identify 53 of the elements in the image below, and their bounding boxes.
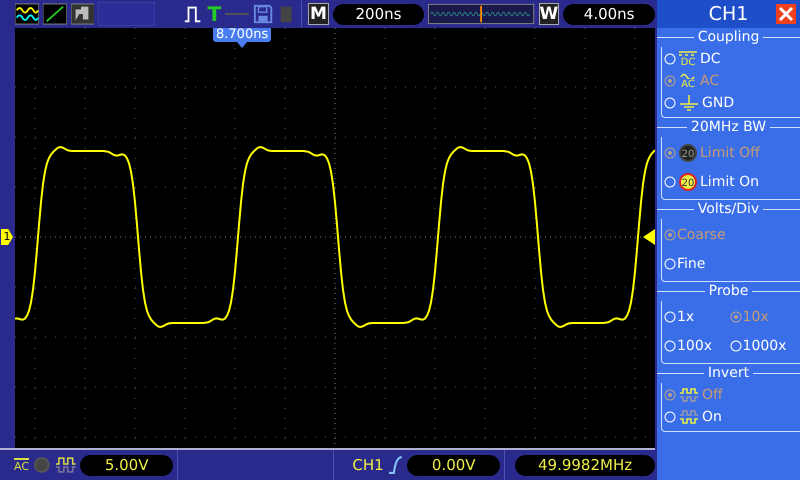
timebase-label: M bbox=[308, 3, 329, 25]
section-title: Coupling bbox=[698, 28, 760, 47]
timebase-value: 200ns bbox=[332, 4, 424, 24]
section-title: 20MHz BW bbox=[690, 118, 766, 137]
section-title: Volts/Div bbox=[698, 200, 760, 219]
option-label: AC bbox=[700, 73, 720, 89]
section-title: Invert bbox=[708, 364, 750, 383]
radio-button[interactable] bbox=[664, 389, 676, 401]
option-label: 100x bbox=[677, 338, 712, 354]
coupling-label: AC bbox=[681, 80, 695, 90]
save-icon[interactable] bbox=[252, 3, 274, 25]
volts-div-value: 5.00V bbox=[80, 454, 174, 476]
option-label: Off bbox=[702, 387, 723, 403]
frequency-readout: 49.9982MHz bbox=[515, 454, 655, 476]
window-label: W bbox=[538, 3, 560, 25]
trigger-position-pointer-icon bbox=[237, 42, 248, 48]
dc-symbol-icon bbox=[679, 50, 697, 56]
option-label: GND bbox=[702, 95, 734, 111]
option-label: Limit On bbox=[700, 174, 760, 190]
memory-overview-strip[interactable] bbox=[428, 3, 535, 25]
radio-button[interactable] bbox=[664, 228, 676, 240]
section-title: Probe bbox=[708, 282, 748, 301]
radio-button[interactable] bbox=[730, 310, 742, 322]
radio-button[interactable] bbox=[664, 75, 676, 87]
ground-icon bbox=[679, 93, 699, 113]
invert-icon bbox=[679, 387, 699, 403]
waveform-icon[interactable] bbox=[15, 3, 39, 25]
option-label: 1x bbox=[677, 308, 694, 324]
channel-marker[interactable]: 1 bbox=[1, 229, 13, 245]
option-label: 10x bbox=[742, 308, 769, 324]
slope-icon[interactable] bbox=[42, 3, 67, 25]
option-label: DC bbox=[700, 51, 721, 67]
option-label: On bbox=[702, 409, 722, 425]
ac-symbol-icon bbox=[679, 72, 697, 78]
rising-edge-icon bbox=[388, 455, 404, 475]
square-wave-icon bbox=[54, 456, 76, 474]
option-label: Coarse bbox=[677, 226, 726, 242]
close-icon[interactable] bbox=[776, 4, 796, 24]
coupling-label: DC bbox=[680, 58, 696, 68]
option-label: Limit Off bbox=[700, 144, 760, 160]
bandwidth-limit-icon bbox=[33, 456, 51, 474]
bandwidth-badge: 20 bbox=[679, 144, 697, 162]
persistence-icon[interactable] bbox=[70, 3, 94, 25]
trigger-level-value: 0.00V bbox=[407, 454, 500, 476]
trigger-source: CH1 bbox=[352, 456, 384, 474]
bandwidth-badge: 20 bbox=[679, 172, 697, 190]
channel-menu-title: CH1 bbox=[708, 3, 748, 25]
trigger-status: T bbox=[207, 3, 222, 25]
radio-button[interactable] bbox=[664, 146, 676, 158]
window-offset-value: 4.00ns bbox=[563, 4, 656, 24]
option-label: Fine bbox=[677, 256, 706, 272]
invert-icon bbox=[679, 409, 699, 425]
option-label: 1000x bbox=[742, 338, 786, 354]
